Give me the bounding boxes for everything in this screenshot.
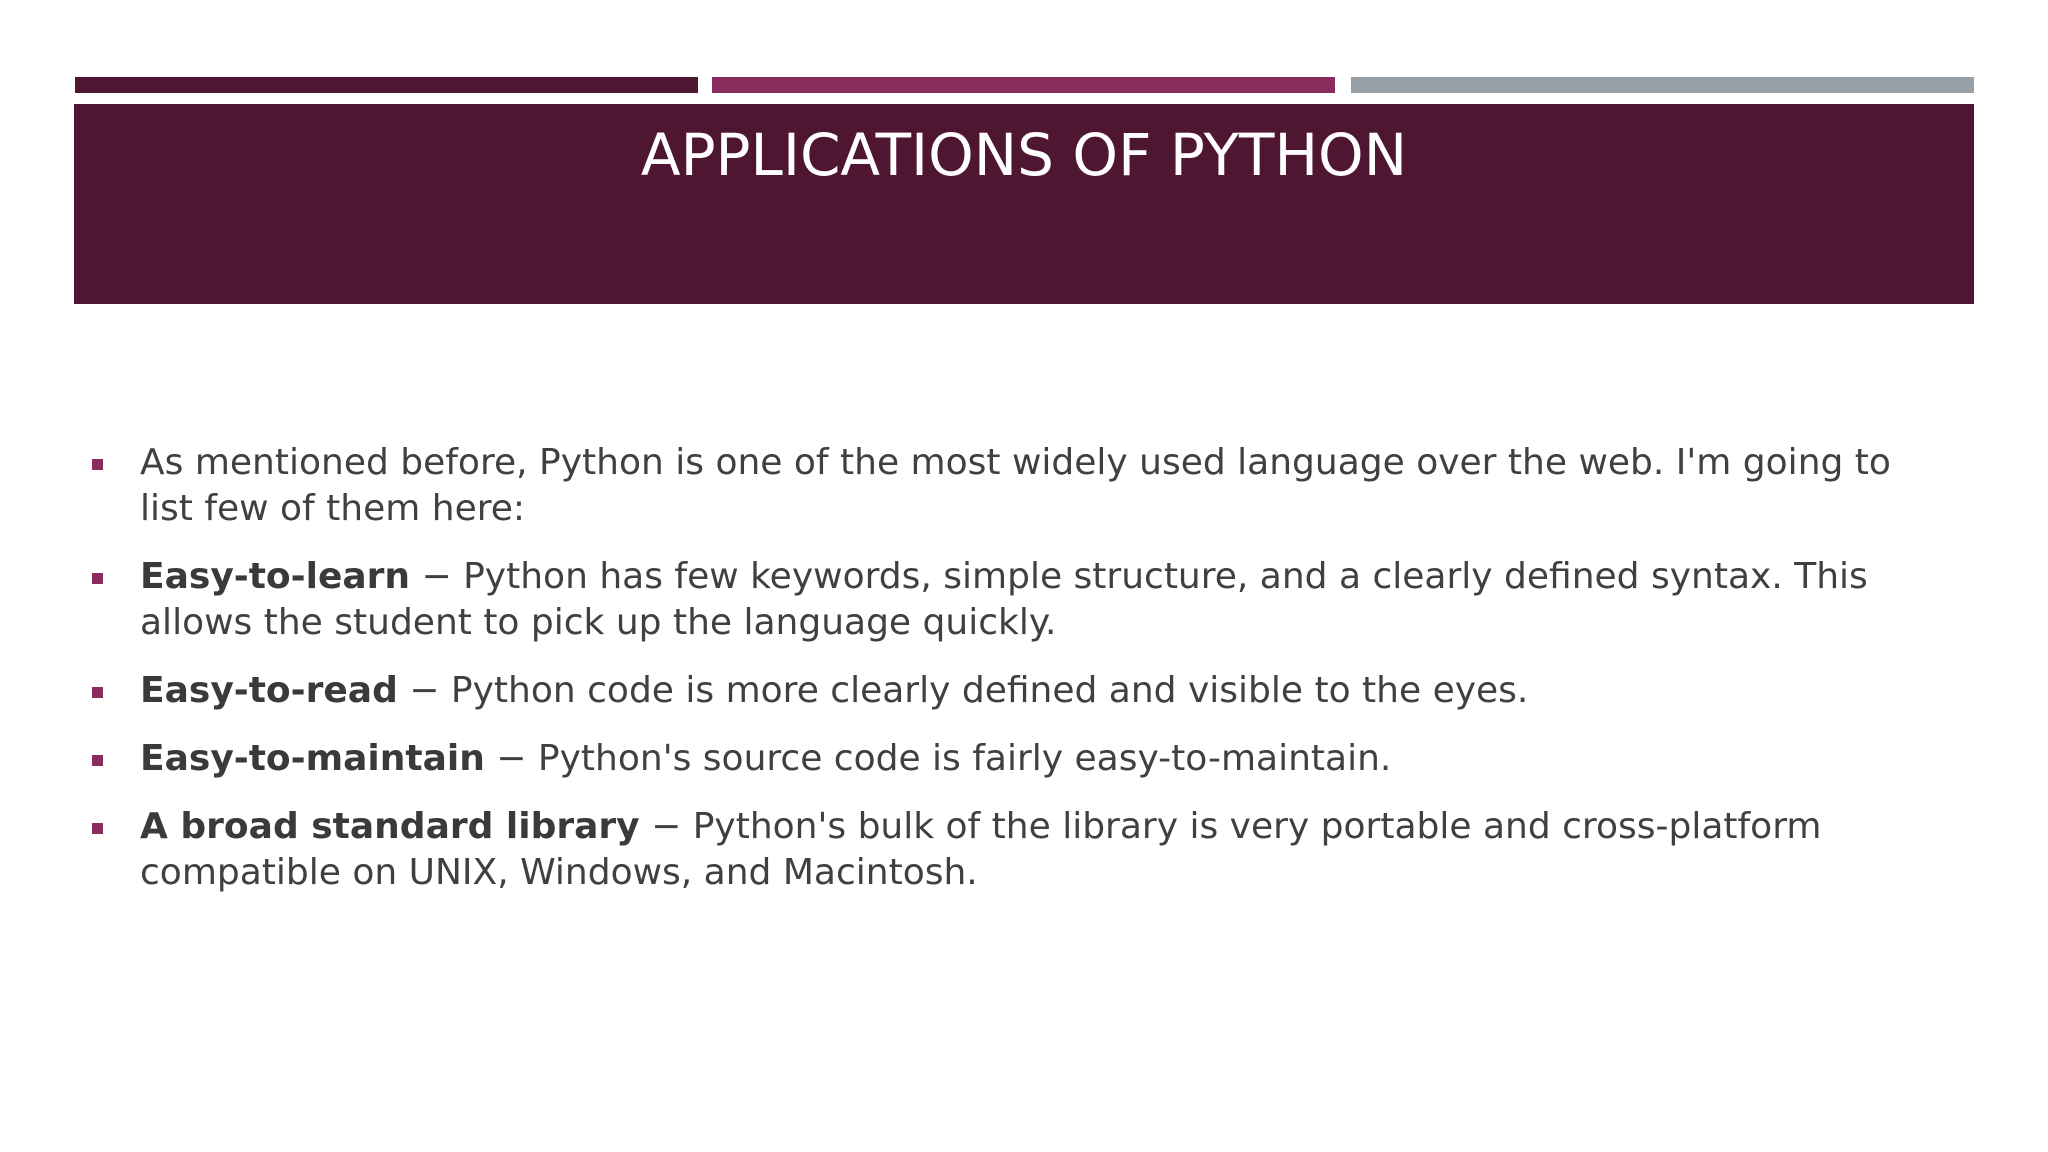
bullet-term: Easy-to-read <box>140 670 398 711</box>
slide-title: APPLICATIONS OF PYTHON <box>640 121 1408 189</box>
bullet-term: Easy-to-learn <box>140 556 411 597</box>
bullet-term: A broad standard library <box>140 806 640 847</box>
accent-stripe-magenta <box>712 77 1335 93</box>
bullet-item-standard-library: A broad standard library − Python's bulk… <box>88 804 1948 896</box>
square-bullet-icon <box>92 459 103 470</box>
accent-stripe-dark <box>75 77 698 93</box>
bullet-item-easy-to-maintain: Easy-to-maintain − Python's source code … <box>88 736 1948 782</box>
accent-stripe-gray <box>1351 77 1974 93</box>
square-bullet-icon <box>92 573 103 584</box>
bullet-item-intro: As mentioned before, Python is one of th… <box>88 440 1948 532</box>
bullet-term: Easy-to-maintain <box>140 738 485 779</box>
bullet-item-easy-to-learn: Easy-to-learn − Python has few keywords,… <box>88 554 1948 646</box>
bullet-list: As mentioned before, Python is one of th… <box>88 440 1948 918</box>
bullet-text: As mentioned before, Python is one of th… <box>140 442 1891 529</box>
bullet-text: − Python code is more clearly defined an… <box>397 670 1529 711</box>
square-bullet-icon <box>92 755 103 766</box>
square-bullet-icon <box>92 823 103 834</box>
bullet-text: − Python's source code is fairly easy-to… <box>484 738 1392 779</box>
square-bullet-icon <box>92 687 103 698</box>
bullet-item-easy-to-read: Easy-to-read − Python code is more clear… <box>88 668 1948 714</box>
slide: APPLICATIONS OF PYTHON As mentioned befo… <box>0 0 2048 1152</box>
